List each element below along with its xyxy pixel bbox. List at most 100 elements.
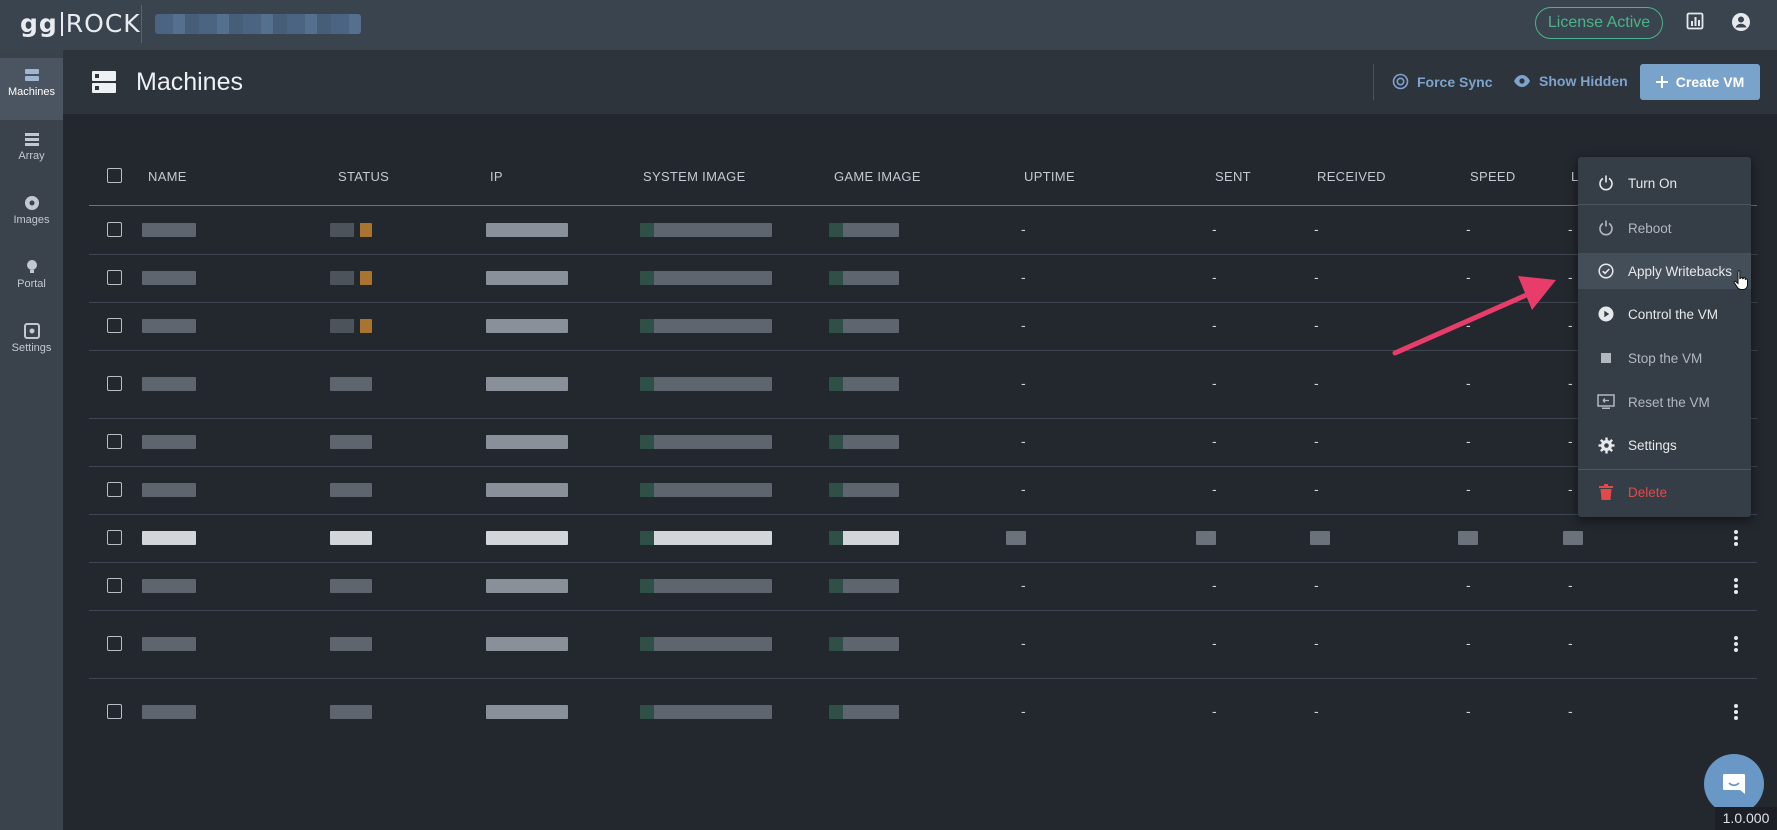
- blurred-cell: [640, 531, 772, 545]
- blurred-cell: [142, 435, 196, 449]
- column-header-system-image[interactable]: SYSTEM IMAGE: [643, 169, 746, 184]
- chat-launcher-button[interactable]: [1704, 754, 1764, 814]
- empty-cell: -: [1314, 481, 1319, 497]
- menu-item-delete[interactable]: Delete: [1578, 474, 1751, 510]
- blurred-cell: [640, 483, 772, 497]
- stats-icon[interactable]: [1686, 12, 1706, 32]
- column-header-status[interactable]: STATUS: [338, 169, 389, 184]
- column-header-game-image[interactable]: GAME IMAGE: [834, 169, 921, 184]
- blurred-cell: [486, 531, 568, 545]
- column-header-uptime[interactable]: UPTIME: [1024, 169, 1075, 184]
- blurred-cell: [142, 223, 196, 237]
- force-sync-button[interactable]: Force Sync: [1392, 73, 1492, 90]
- empty-cell: -: [1212, 221, 1217, 237]
- empty-cell: -: [1021, 269, 1026, 285]
- blurred-cell: [330, 531, 372, 545]
- row-checkbox[interactable]: [107, 222, 122, 237]
- column-header-received[interactable]: RECEIVED: [1317, 169, 1386, 184]
- empty-cell: -: [1466, 703, 1471, 719]
- empty-cell: -: [1212, 635, 1217, 651]
- row-checkbox[interactable]: [107, 578, 122, 593]
- row-actions-icon[interactable]: [1726, 576, 1746, 596]
- row-actions-icon[interactable]: [1726, 528, 1746, 548]
- empty-cell: -: [1314, 317, 1319, 333]
- menu-item-apply-writebacks[interactable]: Apply Writebacks: [1578, 253, 1751, 289]
- row-actions-icon[interactable]: [1726, 634, 1746, 654]
- sidebar-item-label: Settings: [11, 342, 52, 354]
- blurred-cell: [486, 271, 568, 285]
- menu-item-reset-the-vm[interactable]: Reset the VM: [1578, 384, 1751, 420]
- row-checkbox[interactable]: [107, 434, 122, 449]
- blurred-cell: [330, 579, 372, 593]
- row-checkbox[interactable]: [107, 704, 122, 719]
- topbar-divider: [141, 5, 142, 43]
- plus-icon: [1655, 76, 1668, 88]
- blurred-cell: [142, 705, 196, 719]
- license-status-badge[interactable]: License Active: [1535, 7, 1663, 39]
- row-checkbox[interactable]: [107, 636, 122, 651]
- row-actions-icon[interactable]: [1726, 702, 1746, 722]
- show-hidden-button[interactable]: Show Hidden: [1513, 73, 1628, 89]
- column-header-ip[interactable]: IP: [490, 169, 503, 184]
- menu-item-label: Turn On: [1628, 175, 1678, 191]
- empty-cell: -: [1314, 221, 1319, 237]
- row-divider: [89, 466, 1757, 467]
- empty-cell: -: [1568, 375, 1573, 391]
- blurred-cell: [1458, 531, 1478, 545]
- blurred-cell: [330, 377, 372, 391]
- blurred-cell: [829, 319, 899, 333]
- settings-icon: [23, 323, 40, 339]
- blurred-cell: [486, 223, 568, 237]
- account-icon[interactable]: [1731, 12, 1751, 32]
- menu-item-label: Settings: [1628, 437, 1677, 453]
- row-checkbox[interactable]: [107, 530, 122, 545]
- logo-left-text: gg: [20, 9, 58, 38]
- empty-cell: -: [1021, 433, 1026, 449]
- empty-cell: -: [1466, 221, 1471, 237]
- sidebar-item-machines[interactable]: Machines: [0, 58, 63, 120]
- menu-item-reboot[interactable]: Reboot: [1578, 210, 1751, 246]
- play-circle-icon: [1595, 303, 1617, 325]
- force-sync-label: Force Sync: [1417, 73, 1493, 90]
- gear-icon: [1595, 434, 1617, 456]
- select-all-checkbox[interactable]: [107, 168, 122, 183]
- blurred-cell: [486, 637, 568, 651]
- menu-divider: [1578, 204, 1751, 205]
- row-checkbox[interactable]: [107, 318, 122, 333]
- menu-item-stop-the-vm[interactable]: Stop the VM: [1578, 340, 1751, 376]
- app-logo[interactable]: gg ROCK: [20, 9, 141, 38]
- empty-cell: -: [1314, 269, 1319, 285]
- menu-item-label: Apply Writebacks: [1628, 263, 1733, 279]
- blurred-workspace-name: [155, 14, 361, 34]
- empty-cell: -: [1568, 433, 1573, 449]
- menu-item-control-the-vm[interactable]: Control the VM: [1578, 296, 1751, 332]
- create-vm-button[interactable]: Create VM: [1640, 64, 1760, 100]
- blurred-cell: [330, 223, 372, 237]
- array-icon: [24, 133, 39, 146]
- blurred-cell: [640, 705, 772, 719]
- empty-cell: -: [1021, 635, 1026, 651]
- menu-item-turn-on[interactable]: Turn On: [1578, 165, 1751, 201]
- sidebar-item-portal[interactable]: Portal: [0, 250, 63, 312]
- app-version: 1.0.000: [1715, 807, 1777, 830]
- server-icon: [24, 69, 39, 81]
- annotation-arrow: [1392, 276, 1556, 356]
- empty-cell: -: [1021, 703, 1026, 719]
- column-header-speed[interactable]: SPEED: [1470, 169, 1516, 184]
- sidebar-item-array[interactable]: Array: [0, 122, 63, 184]
- row-checkbox[interactable]: [107, 376, 122, 391]
- row-checkbox[interactable]: [107, 482, 122, 497]
- sidebar-item-label: Array: [18, 150, 45, 162]
- menu-item-settings[interactable]: Settings: [1578, 427, 1751, 463]
- sidebar-item-images[interactable]: Images: [0, 186, 63, 248]
- column-header-name[interactable]: NAME: [148, 169, 187, 184]
- page-title: Machines: [136, 68, 243, 96]
- column-header-sent[interactable]: SENT: [1215, 169, 1251, 184]
- empty-cell: -: [1212, 433, 1217, 449]
- bulb-icon: [26, 260, 37, 273]
- chat-icon: [1723, 774, 1745, 794]
- empty-cell: -: [1314, 433, 1319, 449]
- header-divider: [1373, 64, 1374, 100]
- sidebar-item-settings[interactable]: Settings: [0, 314, 63, 376]
- row-checkbox[interactable]: [107, 270, 122, 285]
